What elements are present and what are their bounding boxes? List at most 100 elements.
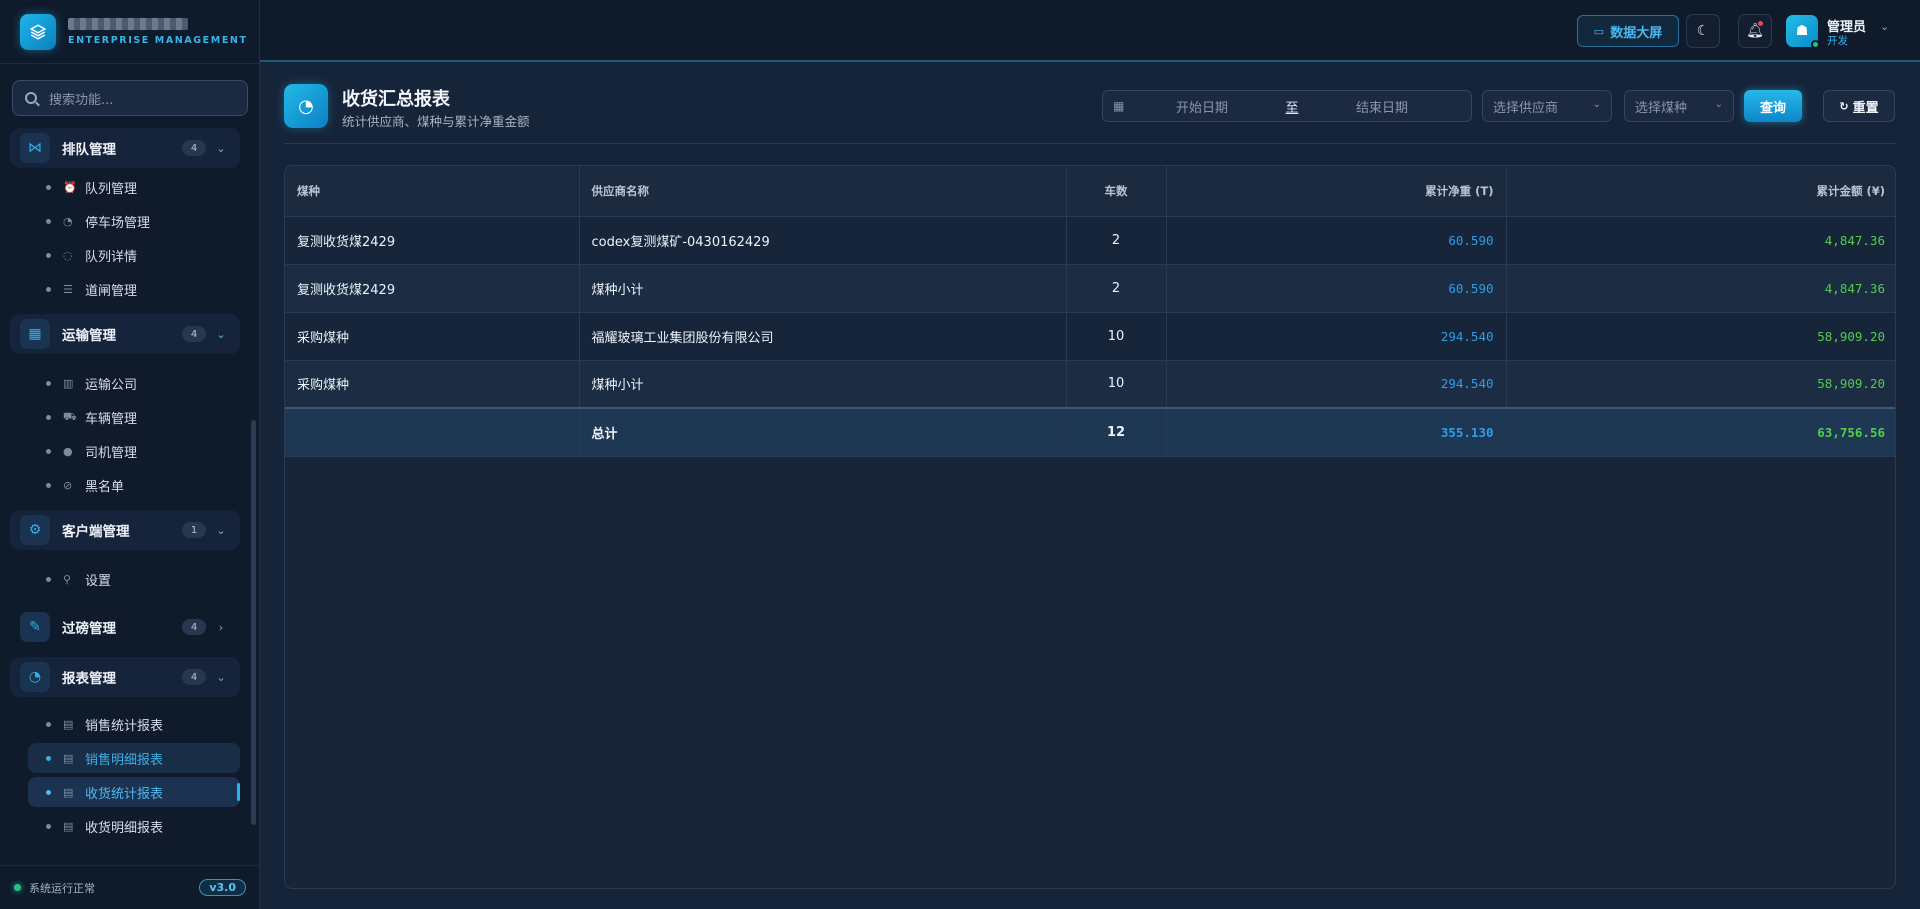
chevron-down-icon[interactable]: ⌄ — [1880, 20, 1889, 33]
start-date-input[interactable]: 开始日期 — [1127, 97, 1277, 116]
table-row[interactable]: 采购煤种 煤种小计 10 294.540 58,909.20 — [285, 360, 1895, 409]
cell-amount: 63,756.56 — [1506, 407, 1895, 457]
calendar-icon: ▦ — [1113, 99, 1125, 113]
monitor-icon: ▭ — [1593, 24, 1605, 38]
chevron-down-icon: ⌄ — [1592, 99, 1601, 110]
sidebar-item-receipt-stats[interactable]: ▤ 收货统计报表 — [28, 777, 240, 807]
file-icon: ▤ — [63, 717, 74, 731]
bike-icon: ⚲ — [63, 572, 72, 586]
brand-name-redacted — [68, 17, 188, 30]
sidebar-group-client[interactable]: ⚙ 客户端管理 1 ⌄ — [10, 510, 240, 550]
cell-amount: 4,847.36 — [1506, 264, 1895, 313]
date-separator: 至 — [1285, 100, 1299, 116]
sidebar-item-queue-detail[interactable]: ◌ 队列详情 — [28, 240, 240, 270]
avatar[interactable]: ☗ — [1786, 15, 1820, 49]
refresh-icon: ↻ — [1839, 99, 1849, 113]
sidebar-item-driver[interactable]: ● 司机管理 — [28, 436, 240, 466]
layers-icon[interactable] — [20, 13, 56, 50]
end-date-input[interactable]: 结束日期 — [1307, 97, 1457, 116]
file-icon: ▤ — [63, 751, 74, 765]
column-header-amount[interactable]: 累计金额 (¥) — [1506, 166, 1895, 217]
column-header-weight[interactable]: 累计净重 (T) — [1166, 166, 1507, 217]
ban-icon: ⊘ — [63, 478, 73, 492]
sidebar-item-blacklist[interactable]: ⊘ 黑名单 — [28, 470, 240, 500]
cell-coal: 复测收货煤2429 — [285, 216, 580, 265]
group-badge: 4 — [182, 669, 206, 685]
sidebar-item-sales-detail[interactable]: ▤ 销售明细报表 — [28, 743, 240, 773]
sidebar: ENTERPRISE MANAGEMENT 搜索功能... ⋈ 排队管理 4 ⌄… — [0, 0, 260, 909]
chevron-down-icon: ⌄ — [216, 523, 226, 537]
sidebar-group-reports[interactable]: ◔ 报表管理 4 ⌄ — [10, 657, 240, 697]
cell-trucks: 2 — [1066, 216, 1167, 265]
status-text: 系统运行正常 — [29, 881, 95, 895]
sidebar-item-transport-company[interactable]: ▥ 运输公司 — [28, 368, 240, 398]
coal-type-select[interactable]: 选择煤种 ⌄ — [1624, 90, 1734, 122]
file-icon: ▤ — [63, 819, 74, 833]
chevron-down-icon: ⌄ — [216, 141, 226, 155]
reset-button[interactable]: ↻ 重置 — [1823, 90, 1895, 122]
queue-icon: ⋈ — [20, 133, 50, 163]
online-indicator — [1811, 40, 1820, 49]
cell-weight: 294.540 — [1166, 312, 1507, 361]
sidebar-nav: ⋈ 排队管理 4 ⌄ ⏰ 队列管理 ◔ 停车场管理 ◌ 队列详情 ☰ 道闸管理 ▦ 运输… — [10, 128, 248, 863]
brand-subtitle: ENTERPRISE MANAGEMENT — [68, 34, 248, 46]
brand: ENTERPRISE MANAGEMENT — [0, 0, 259, 64]
moon-icon: ☾ — [1696, 23, 1710, 39]
cell-supplier: codex复测煤矿-0430162429 — [579, 216, 1067, 265]
group-label: 运输管理 — [62, 328, 116, 344]
cell-amount: 4,847.36 — [1506, 216, 1895, 265]
timer-icon: ◔ — [63, 214, 73, 228]
table-row[interactable]: 采购煤种 福耀玻璃工业集团股份有限公司 10 294.540 58,909.20 — [285, 312, 1895, 361]
report-table: 煤种 供应商名称 车数 累计净重 (T) 累计金额 (¥) 复测收货煤2429 … — [284, 165, 1896, 889]
group-badge: 4 — [182, 140, 206, 156]
sidebar-scrollbar[interactable] — [251, 420, 256, 825]
sidebar-group-transport[interactable]: ▦ 运输管理 4 ⌄ — [10, 314, 240, 354]
group-label: 排队管理 — [62, 142, 116, 158]
cell-weight: 355.130 — [1166, 407, 1507, 457]
sidebar-item-parking[interactable]: ◔ 停车场管理 — [28, 206, 240, 236]
cell-amount: 58,909.20 — [1506, 360, 1895, 409]
sidebar-item-gate[interactable]: ☰ 道闸管理 — [28, 274, 240, 304]
date-range-picker[interactable]: ▦ 开始日期 至 结束日期 — [1102, 90, 1472, 122]
data-screen-button[interactable]: ▭ 数据大屏 — [1577, 15, 1679, 47]
cell-weight: 294.540 — [1166, 360, 1507, 409]
cell-weight: 60.590 — [1166, 216, 1507, 265]
pie-chart-icon: ◔ — [284, 84, 328, 128]
pen-icon: ✎ — [20, 612, 50, 642]
supplier-select[interactable]: 选择供应商 ⌄ — [1482, 90, 1612, 122]
cell-weight: 60.590 — [1166, 264, 1507, 313]
page-title: 收货汇总报表 — [342, 89, 450, 110]
column-header-coal[interactable]: 煤种 — [285, 166, 580, 217]
theme-toggle-button[interactable]: ☾ — [1686, 14, 1720, 48]
cell-trucks: 2 — [1066, 264, 1167, 313]
query-button[interactable]: 查询 — [1744, 90, 1802, 122]
user-icon: ● — [63, 444, 73, 458]
table-row[interactable]: 复测收货煤2429 煤种小计 2 60.590 4,847.36 — [285, 264, 1895, 313]
column-header-supplier[interactable]: 供应商名称 — [579, 166, 1067, 217]
table-row[interactable]: 复测收货煤2429 codex复测煤矿-0430162429 2 60.590 … — [285, 216, 1895, 265]
sidebar-item-vehicle[interactable]: ⛟ 车辆管理 — [28, 402, 240, 432]
file-icon: ▤ — [63, 785, 74, 799]
page-subtitle: 统计供应商、煤种与累计净重金额 — [342, 114, 530, 129]
sidebar-item-sales-stats[interactable]: ▤ 销售统计报表 — [28, 709, 240, 739]
table-header-row: 煤种 供应商名称 车数 累计净重 (T) 累计金额 (¥) — [285, 166, 1895, 217]
group-label: 客户端管理 — [62, 524, 130, 540]
group-badge: 4 — [182, 326, 206, 342]
topbar: ▭ 数据大屏 ☾ 🔔︎ ☗ 管理员 开发 ⌄ — [260, 0, 1920, 62]
notification-button[interactable]: 🔔︎ — [1738, 14, 1772, 48]
sidebar-group-queue[interactable]: ⋈ 排队管理 4 ⌄ — [10, 128, 240, 168]
search-icon — [25, 92, 37, 104]
sidebar-item-receipt-detail[interactable]: ▤ 收货明细报表 — [28, 811, 240, 841]
version-badge: v3.0 — [199, 879, 246, 896]
column-header-trucks[interactable]: 车数 — [1066, 166, 1167, 217]
alarm-icon: ⏰ — [63, 180, 77, 194]
cell-coal — [285, 407, 580, 457]
cell-trucks: 12 — [1066, 407, 1167, 457]
gear-icon: ⚙ — [20, 515, 50, 545]
sidebar-item-settings[interactable]: ⚲ 设置 — [28, 564, 240, 594]
search-input[interactable]: 搜索功能... — [12, 80, 248, 116]
sidebar-item-queue-manage[interactable]: ⏰ 队列管理 — [28, 172, 240, 202]
chevron-right-icon: › — [218, 620, 224, 634]
sidebar-group-weighing[interactable]: ✎ 过磅管理 4 › — [10, 607, 240, 647]
group-label: 过磅管理 — [62, 621, 116, 637]
